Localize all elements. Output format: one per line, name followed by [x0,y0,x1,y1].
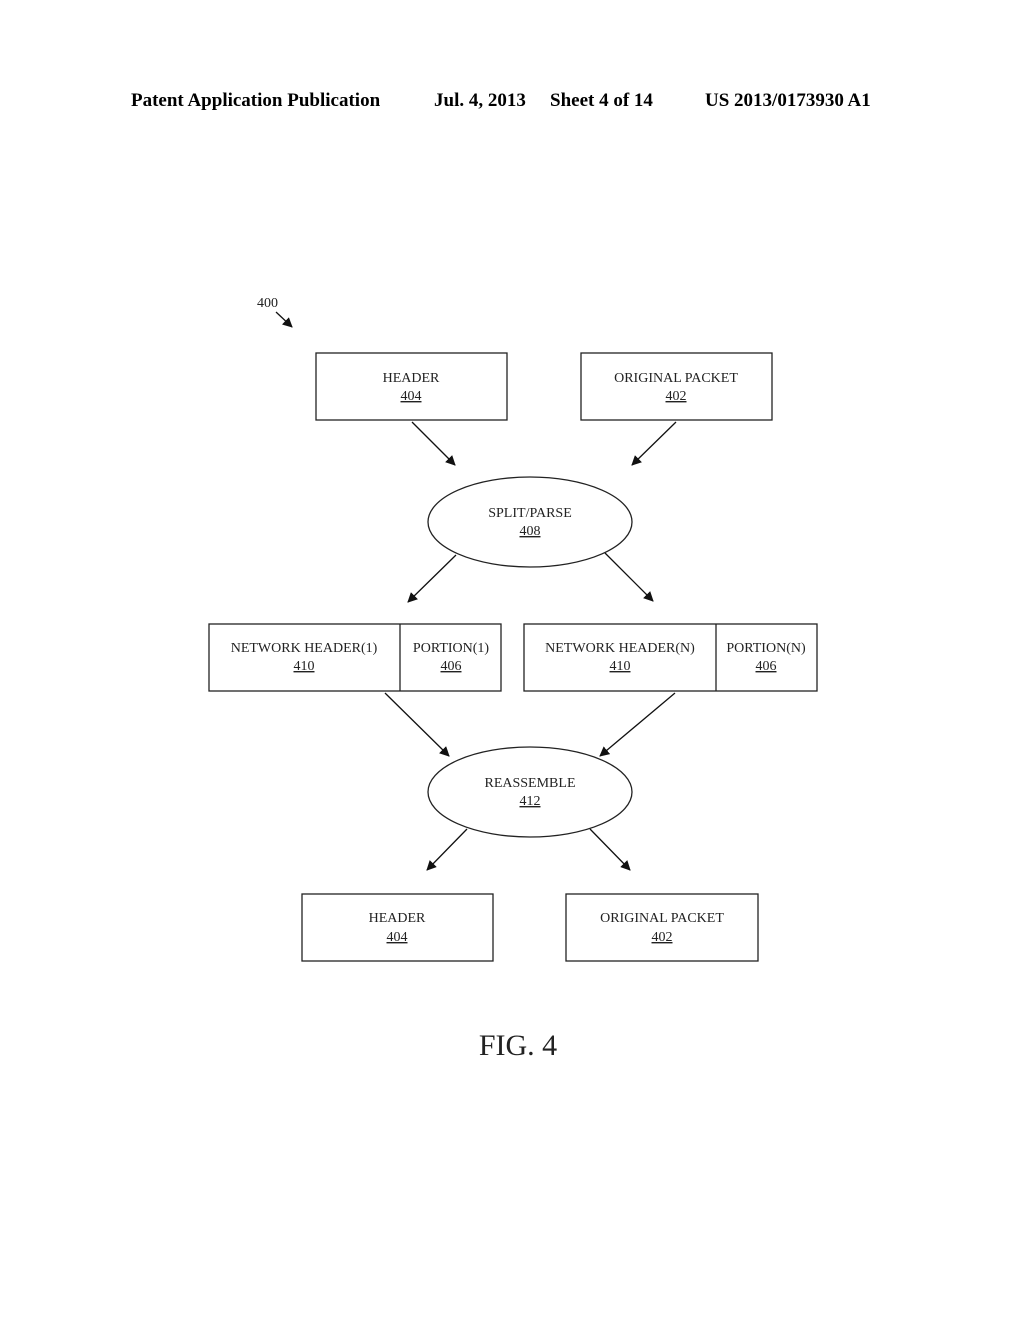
header-box-bottom-ref: 404 [387,930,408,945]
portion-n-title: PORTION(N) [726,641,806,656]
arrow-split-to-segment-n [604,552,654,602]
arrow-segment-n-to-reassemble [599,692,676,757]
figure-caption: FIG. 4 [479,1029,557,1062]
original-packet-box-bottom: ORIGINAL PACKET 402 [565,893,759,962]
arrow-header-to-split [411,421,456,466]
arrow-segment-1-to-reassemble [384,692,450,757]
split-parse-ref: 408 [520,524,541,539]
portion-n-ref: 406 [756,659,777,674]
original-packet-box-top: ORIGINAL PACKET 402 [580,352,773,421]
reassemble-title: REASSEMBLE [484,776,575,791]
split-parse-node: SPLIT/PARSE 408 [427,476,633,568]
header-box-top-title: HEADER [383,371,440,386]
figure-ref-arrow [275,311,293,328]
header-box-top: HEADER 404 [315,352,508,421]
segment-1-box: NETWORK HEADER(1) 410 PORTION(1) 406 [208,623,502,692]
split-parse-title: SPLIT/PARSE [488,506,572,521]
reassemble-ref: 412 [520,794,541,809]
portion-1-ref: 406 [441,659,462,674]
flow-diagram: 400 HEADER 404 ORIGINAL PACKET 402 SPLIT… [208,296,818,1062]
arrow-packet-to-split [631,421,677,466]
network-header-1-ref: 410 [294,659,315,674]
header-box-bottom: HEADER 404 [301,893,494,962]
original-packet-box-bottom-ref: 402 [652,930,673,945]
original-packet-box-top-ref: 402 [666,389,687,404]
header-box-bottom-title: HEADER [369,911,426,926]
original-packet-box-top-title: ORIGINAL PACKET [614,371,738,386]
segment-n-box: NETWORK HEADER(N) 410 PORTION(N) 406 [523,623,818,692]
arrow-reassemble-to-packet [589,828,631,871]
network-header-n-title: NETWORK HEADER(N) [545,641,695,656]
arrow-reassemble-to-header [426,828,468,871]
arrow-split-to-segment-1 [407,554,457,603]
network-header-n-ref: 410 [610,659,631,674]
network-header-1-title: NETWORK HEADER(1) [231,641,378,656]
original-packet-box-bottom-title: ORIGINAL PACKET [600,911,724,926]
portion-1-title: PORTION(1) [413,641,489,656]
header-box-top-ref: 404 [401,389,422,404]
figure-ref-label: 400 [257,296,278,311]
reassemble-node: REASSEMBLE 412 [427,746,633,838]
